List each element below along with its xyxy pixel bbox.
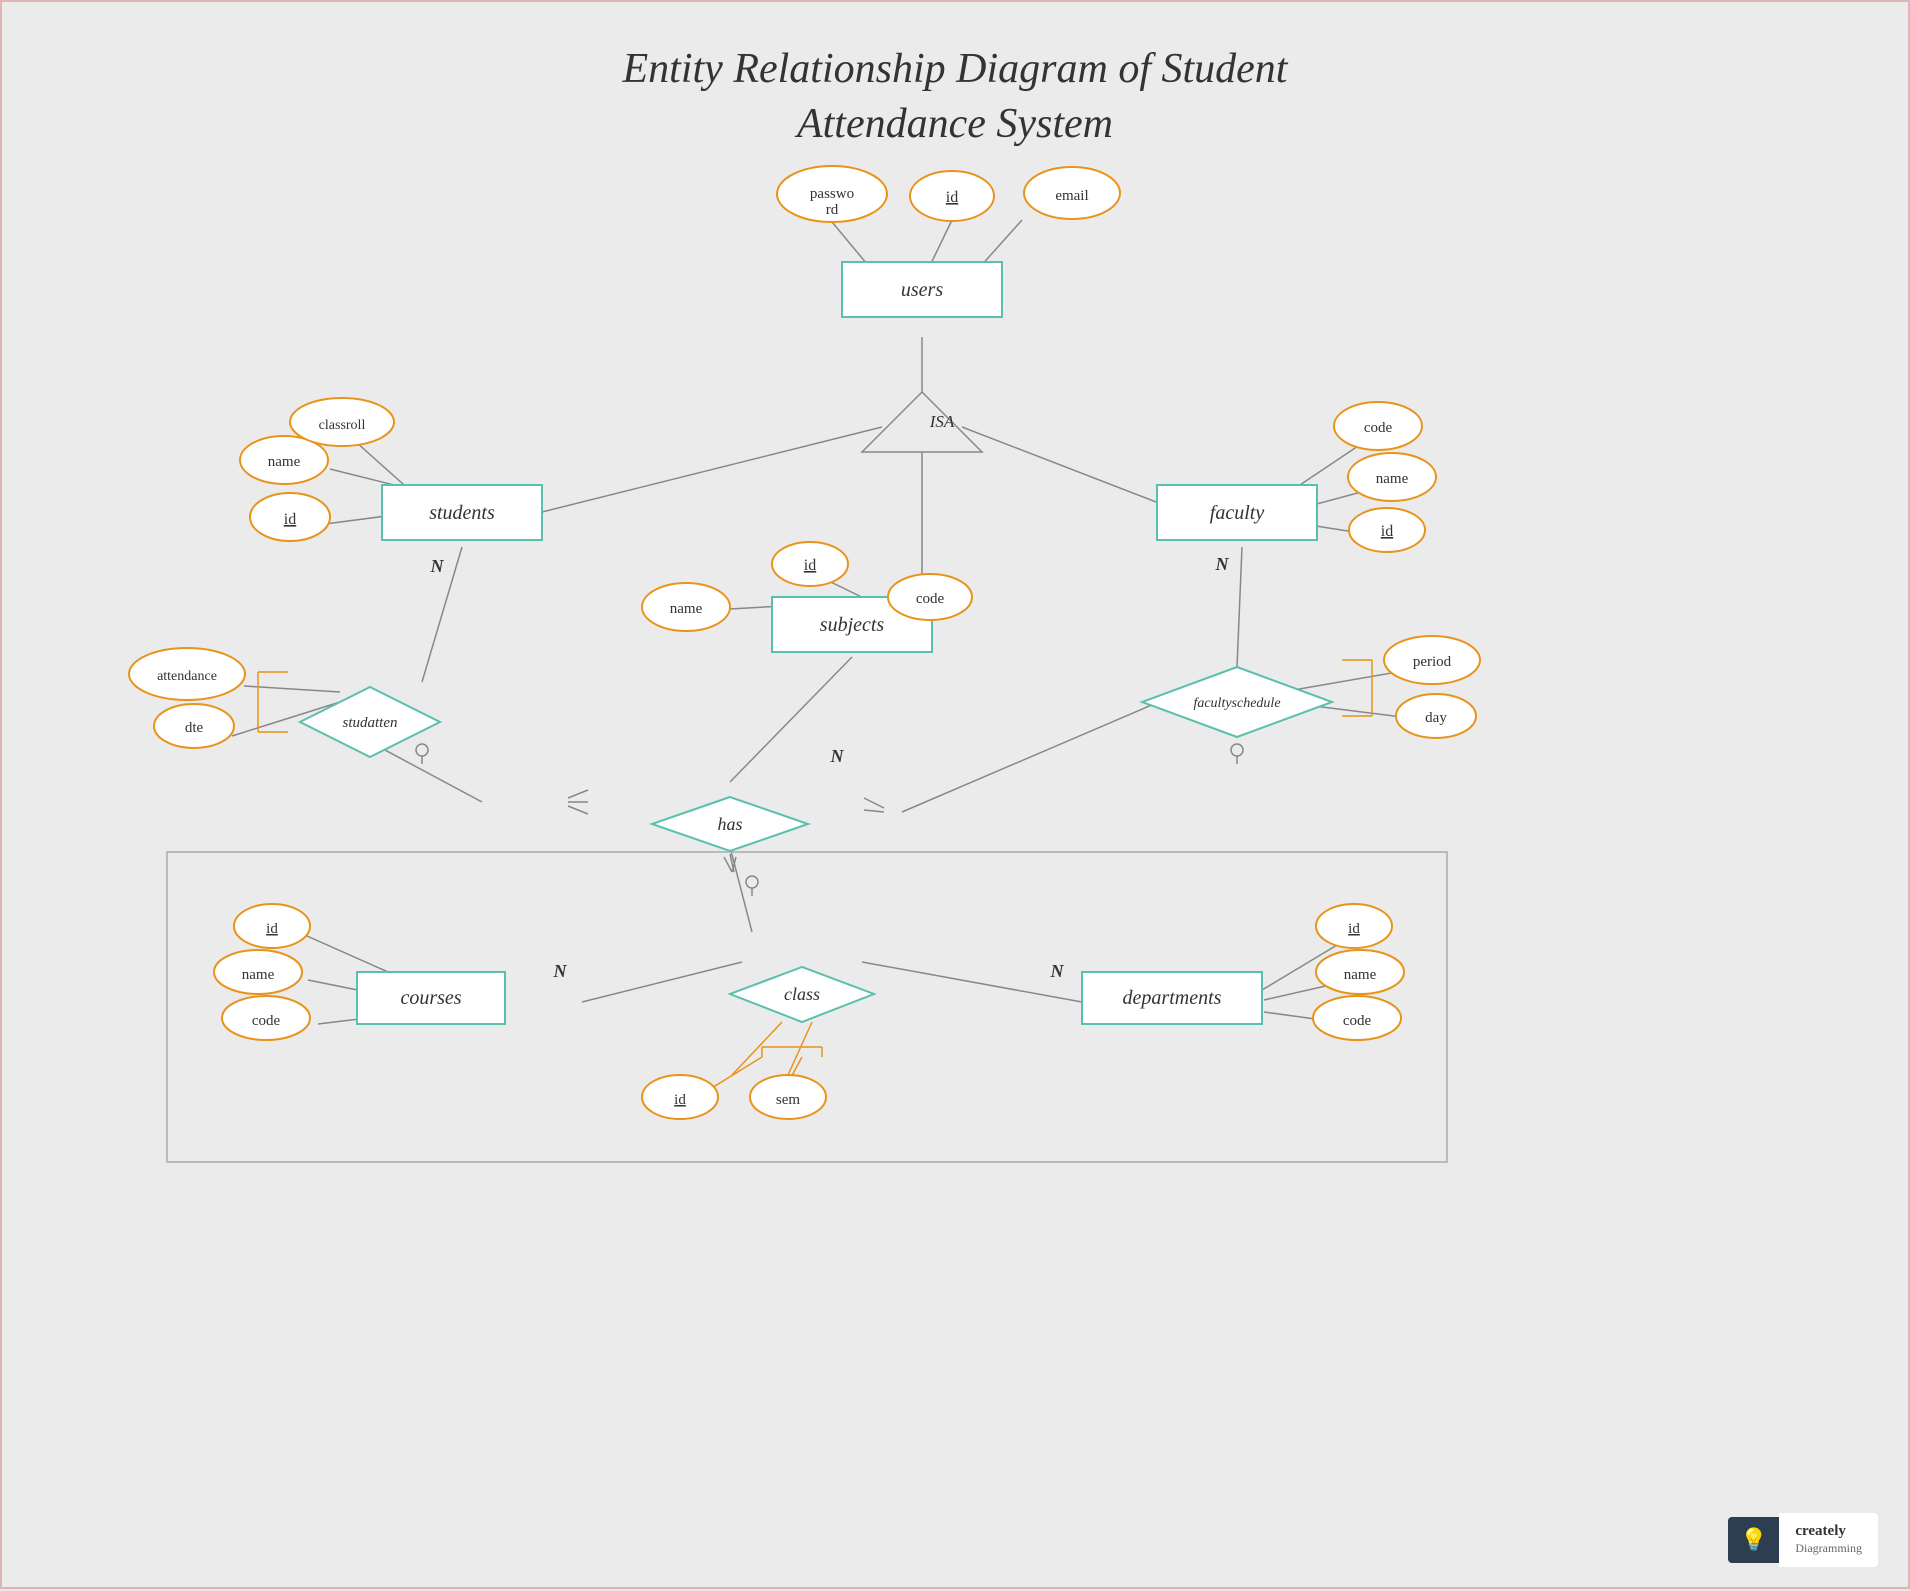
diagram-svg: users students faculty subjects courses … (2, 2, 1910, 1591)
svg-text:code: code (1364, 420, 1393, 436)
svg-text:dte: dte (185, 720, 204, 736)
svg-text:N: N (1215, 554, 1230, 574)
svg-text:code: code (916, 591, 945, 607)
svg-text:class: class (784, 984, 820, 1004)
svg-text:students: students (429, 502, 495, 524)
svg-text:passwo: passwo (810, 186, 854, 202)
svg-text:facultyschedule: facultyschedule (1193, 696, 1280, 711)
svg-text:code: code (1343, 1013, 1372, 1029)
svg-text:users: users (901, 279, 943, 301)
svg-text:email: email (1055, 188, 1088, 204)
svg-text:faculty: faculty (1210, 502, 1265, 524)
bulb-icon: 💡 (1740, 1527, 1767, 1552)
main-container: Entity Relationship Diagram of Student A… (0, 0, 1910, 1589)
svg-text:attendance: attendance (157, 669, 217, 684)
svg-text:N: N (553, 961, 568, 981)
svg-text:name: name (268, 454, 301, 470)
svg-text:name: name (1344, 967, 1377, 983)
svg-text:id: id (1348, 921, 1360, 937)
brand-sub: Diagramming (1795, 1541, 1862, 1555)
svg-text:courses: courses (400, 987, 461, 1009)
svg-text:N: N (1050, 961, 1065, 981)
svg-text:N: N (430, 556, 445, 576)
brand-name: creately (1795, 1523, 1846, 1539)
svg-text:id: id (1381, 523, 1393, 540)
logo-text: creately Diagramming (1779, 1513, 1878, 1567)
svg-text:id: id (284, 511, 296, 528)
svg-text:id: id (804, 557, 816, 574)
svg-text:code: code (252, 1013, 281, 1029)
svg-text:name: name (1376, 471, 1409, 487)
svg-text:day: day (1425, 710, 1447, 726)
diagram-title: Entity Relationship Diagram of Student A… (2, 2, 1908, 151)
svg-text:has: has (717, 814, 742, 834)
svg-text:id: id (946, 189, 958, 206)
svg-text:id: id (266, 921, 278, 937)
svg-text:subjects: subjects (820, 614, 885, 636)
svg-text:name: name (242, 967, 275, 983)
svg-text:period: period (1413, 654, 1452, 670)
svg-text:sem: sem (776, 1092, 800, 1108)
svg-text:classroll: classroll (319, 418, 366, 433)
svg-text:name: name (670, 601, 703, 617)
svg-text:studatten: studatten (343, 715, 398, 731)
svg-text:ISA: ISA (929, 412, 955, 431)
svg-text:N: N (830, 746, 845, 766)
logo-area: 💡 creately Diagramming (1728, 1513, 1878, 1567)
svg-text:id: id (674, 1092, 686, 1108)
svg-text:departments: departments (1123, 987, 1222, 1009)
svg-text:rd: rd (826, 202, 839, 218)
logo-bulb-bg: 💡 (1728, 1517, 1779, 1563)
